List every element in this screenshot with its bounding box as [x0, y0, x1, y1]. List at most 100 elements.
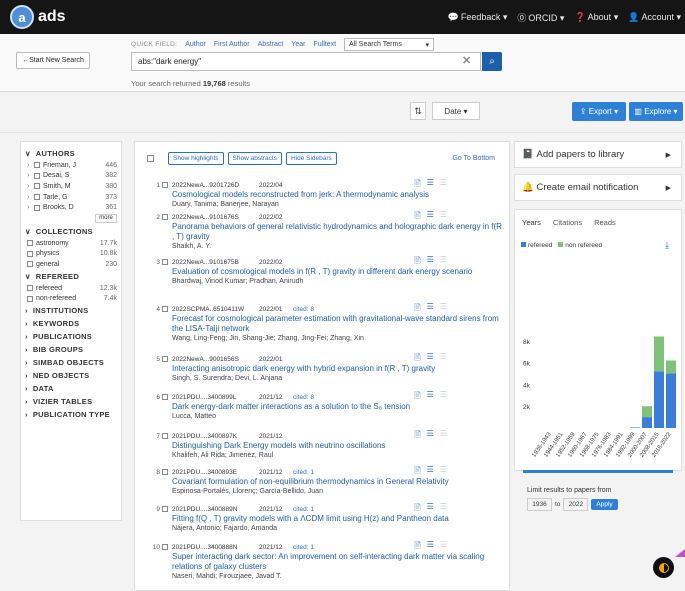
item-bibcode[interactable]: 2022SCPMA..6510411W	[172, 306, 259, 313]
sort-direction-icon[interactable]: ⇅	[410, 102, 426, 120]
item-checkbox[interactable]	[162, 182, 168, 188]
facet-row[interactable]: › Desai, S 382	[25, 171, 117, 182]
facet-checkbox[interactable]	[27, 261, 33, 268]
explore-button[interactable]: ▥ Explore ▾	[629, 102, 683, 121]
item-checkbox[interactable]	[162, 506, 168, 512]
facet-header[interactable]: › SIMBAD OBJECTS	[25, 356, 117, 369]
facet-row[interactable]: general 230	[25, 259, 117, 270]
document-icon[interactable]: 🗎	[414, 429, 420, 443]
facet-row[interactable]: astronomy 17.7k	[25, 238, 117, 249]
facet-row[interactable]: physics 10.8k	[25, 249, 117, 260]
year-from-input[interactable]: 1936	[527, 498, 552, 511]
item-cited[interactable]: cited: 1	[293, 506, 348, 513]
add-to-library-card[interactable]: 📓 Add papers to library ▶	[514, 141, 682, 168]
facet-header[interactable]: › BIB GROUPS	[25, 343, 117, 356]
item-checkbox[interactable]	[162, 544, 168, 550]
item-title[interactable]: Fitting f(Q , T) gravity models with a Λ…	[172, 514, 502, 524]
apply-button[interactable]: Apply	[591, 499, 618, 510]
item-bibcode[interactable]: 2022NewA...9001656S	[172, 356, 259, 363]
item-bibcode[interactable]: 2021PDU....3400899L	[172, 394, 259, 401]
tab-years[interactable]: Years	[522, 218, 541, 227]
show-highlights-button[interactable]: Show highlights	[168, 152, 224, 165]
item-title[interactable]: Panorama behaviors of general relativist…	[172, 222, 502, 242]
item-cited[interactable]: cited: 8	[293, 306, 348, 313]
year-to-input[interactable]: 2022	[563, 498, 589, 511]
start-new-search-button[interactable]: ← Start New Search	[16, 52, 90, 69]
facet-checkbox[interactable]	[34, 204, 40, 211]
facet-checkbox[interactable]	[34, 162, 40, 169]
facet-row[interactable]: › Tarle, G 373	[25, 192, 117, 203]
download-icon[interactable]: ⤓	[665, 240, 669, 251]
quick-field-author[interactable]: Author	[185, 41, 206, 48]
facet-checkbox[interactable]	[34, 194, 40, 201]
hide-sidebars-button[interactable]: Hide Sidebars	[285, 152, 337, 165]
item-title[interactable]: Dark energy-dark matter interactions as …	[172, 402, 502, 412]
tab-reads[interactable]: Reads	[594, 218, 616, 227]
search-terms-select[interactable]: All Search Terms ▾	[344, 38, 435, 51]
search-button[interactable]: ⌕	[482, 52, 502, 71]
item-cited[interactable]: cited: 8	[293, 394, 348, 401]
quick-field-year[interactable]: Year	[291, 41, 305, 48]
about-menu[interactable]: ❓ About ▾	[574, 12, 618, 23]
dark-mode-toggle-icon[interactable]	[653, 557, 674, 578]
facet-row[interactable]: refereed 12.3k	[25, 283, 117, 294]
facet-refereed-header[interactable]: ∨ REFEREED	[25, 270, 117, 283]
list-icon[interactable]: ☰	[427, 429, 434, 443]
facet-row[interactable]: › Smith, M 380	[25, 181, 117, 192]
item-cited[interactable]: cited: 1	[293, 544, 348, 551]
item-checkbox[interactable]	[162, 214, 168, 220]
facet-row[interactable]: › Brooks, D 361	[25, 202, 117, 213]
facet-collections-header[interactable]: ∨ COLLECTIONS	[25, 225, 117, 238]
facet-authors-header[interactable]: ∨ AUTHORS	[25, 147, 117, 160]
account-menu[interactable]: 👤 Account ▾	[628, 12, 681, 23]
item-title[interactable]: Super interacting dark sector: An improv…	[172, 552, 502, 572]
facet-checkbox[interactable]	[27, 285, 33, 292]
item-title[interactable]: Covariant formulation of non-equilibrium…	[172, 477, 502, 487]
item-checkbox[interactable]	[162, 306, 168, 312]
item-checkbox[interactable]	[162, 469, 168, 475]
facet-header[interactable]: › DATA	[25, 382, 117, 395]
facet-row[interactable]: non-refereed 7.4k	[25, 293, 117, 304]
item-title[interactable]: Interacting anisotropic dark energy with…	[172, 364, 502, 374]
email-notification-card[interactable]: 🔔 Create email notification ▶	[514, 174, 682, 201]
item-bibcode[interactable]: 2021PDU....3400888N	[172, 544, 259, 551]
item-checkbox[interactable]	[162, 433, 168, 439]
go-to-bottom-link[interactable]: Go To Bottom	[452, 155, 495, 162]
year-range-slider[interactable]	[523, 470, 673, 473]
facet-checkbox[interactable]	[27, 240, 33, 247]
item-cited[interactable]: cited: 1	[293, 469, 348, 476]
list-icon[interactable]: ☰	[427, 390, 434, 404]
more-authors-button[interactable]: more	[95, 213, 117, 223]
clear-search-icon[interactable]: ✕	[462, 54, 471, 67]
facet-checkbox[interactable]	[34, 172, 40, 179]
quick-field-fulltext[interactable]: Fulltext	[313, 41, 336, 48]
item-bibcode[interactable]: 2021PDU....3400893E	[172, 469, 259, 476]
item-checkbox[interactable]	[162, 259, 168, 265]
item-bibcode[interactable]: 2021PDU....3400897K	[172, 433, 259, 440]
facet-checkbox[interactable]	[27, 295, 33, 302]
facet-header[interactable]: › NED OBJECTS	[25, 369, 117, 382]
item-bibcode[interactable]: 2022NewA...9201726D	[172, 182, 259, 189]
facet-checkbox[interactable]	[34, 183, 40, 190]
quick-field-abstract[interactable]: Abstract	[258, 41, 284, 48]
show-abstracts-button[interactable]: Show abstracts	[227, 152, 282, 165]
item-title[interactable]: Distinguishing Dark Energy models with n…	[172, 441, 502, 451]
item-bibcode[interactable]: 2021PDU....3400889N	[172, 506, 259, 513]
item-checkbox[interactable]	[162, 394, 168, 400]
facet-checkbox[interactable]	[27, 250, 33, 257]
facet-header[interactable]: › PUBLICATIONS	[25, 330, 117, 343]
ads-logo[interactable]: a ads	[10, 5, 66, 29]
orcid-menu[interactable]: ⓪ ORCID ▾	[517, 11, 564, 24]
item-bibcode[interactable]: 2022NewA...9101676S	[172, 214, 259, 221]
item-title[interactable]: Forecast for cosmological parameter esti…	[172, 314, 502, 334]
facet-header[interactable]: › KEYWORDS	[25, 317, 117, 330]
item-bibcode[interactable]: 2022NewA...9101675B	[172, 259, 259, 266]
sort-select[interactable]: Date ▾	[432, 102, 480, 120]
facet-header[interactable]: › PUBLICATION TYPE	[25, 408, 117, 421]
facet-header[interactable]: › VIZIER TABLES	[25, 395, 117, 408]
feedback-menu[interactable]: 💬 Feedback ▾	[448, 12, 508, 23]
item-title[interactable]: Evaluation of cosmological models in f(R…	[172, 267, 502, 277]
select-all-checkbox[interactable]	[147, 155, 154, 162]
item-checkbox[interactable]	[162, 356, 168, 362]
search-input[interactable]: abs:"dark energy"	[131, 52, 481, 71]
